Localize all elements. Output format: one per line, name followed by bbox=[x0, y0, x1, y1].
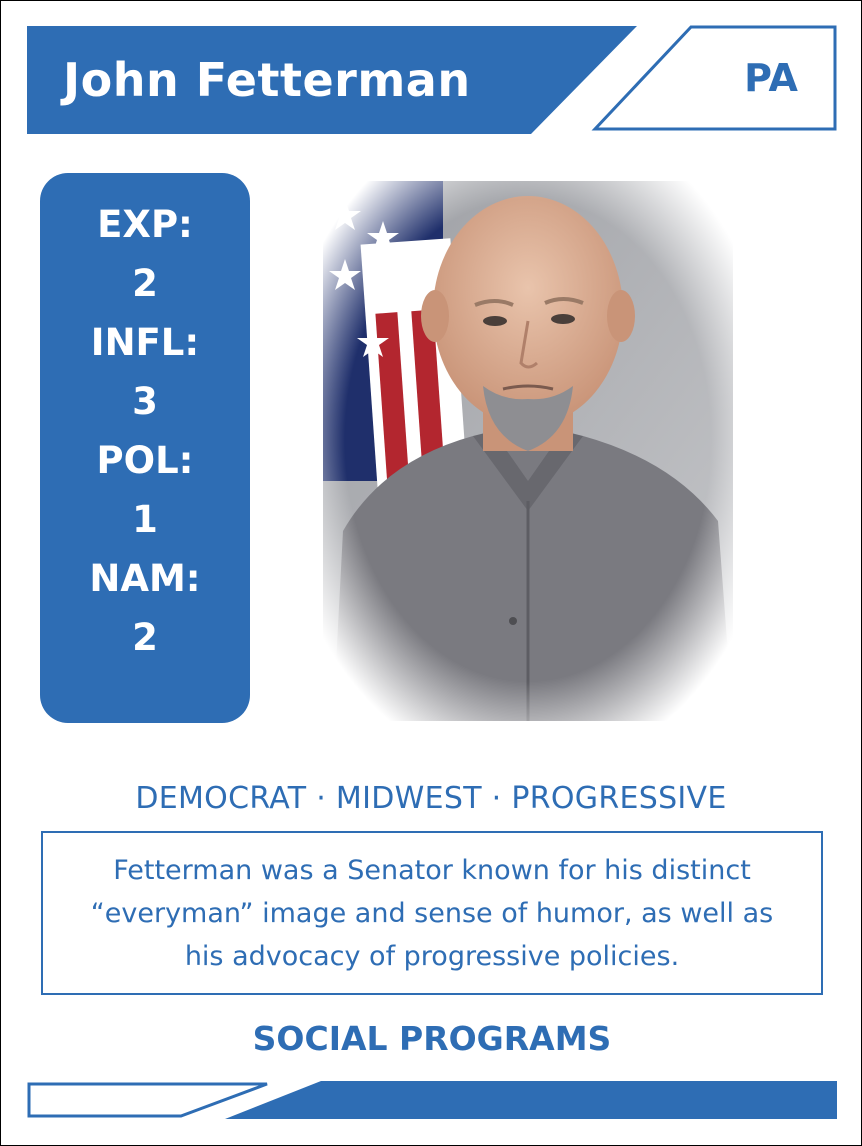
stat-nam-value: 2 bbox=[132, 616, 158, 659]
footer-banner bbox=[225, 1081, 837, 1119]
stat-pol-label: POL: bbox=[96, 439, 194, 482]
stats-panel: EXP: 2 INFL: 3 POL: 1 NAM: 2 bbox=[40, 173, 250, 723]
stat-nam-label: NAM: bbox=[89, 557, 201, 600]
portrait-photo bbox=[323, 181, 733, 721]
stat-infl-value: 3 bbox=[132, 380, 158, 423]
footer-outline-shape bbox=[27, 1082, 268, 1118]
affiliation-tags: DEMOCRAT · MIDWEST · PROGRESSIVE bbox=[135, 781, 727, 816]
state-code: PA bbox=[744, 56, 798, 100]
stat-infl-label: INFL: bbox=[90, 321, 200, 364]
description-box: Fetterman was a Senator known for his di… bbox=[41, 831, 823, 995]
politician-name: John Fetterman bbox=[63, 53, 471, 107]
stat-exp-label: EXP: bbox=[97, 203, 193, 246]
policy-category: SOCIAL PROGRAMS bbox=[252, 1019, 612, 1058]
stat-exp-value: 2 bbox=[132, 262, 158, 305]
politician-card: John Fetterman PA EXP: 2 INFL: 3 POL: 1 … bbox=[0, 0, 862, 1146]
stat-pol-value: 1 bbox=[132, 498, 158, 541]
description-text: Fetterman was a Senator known for his di… bbox=[90, 854, 774, 972]
